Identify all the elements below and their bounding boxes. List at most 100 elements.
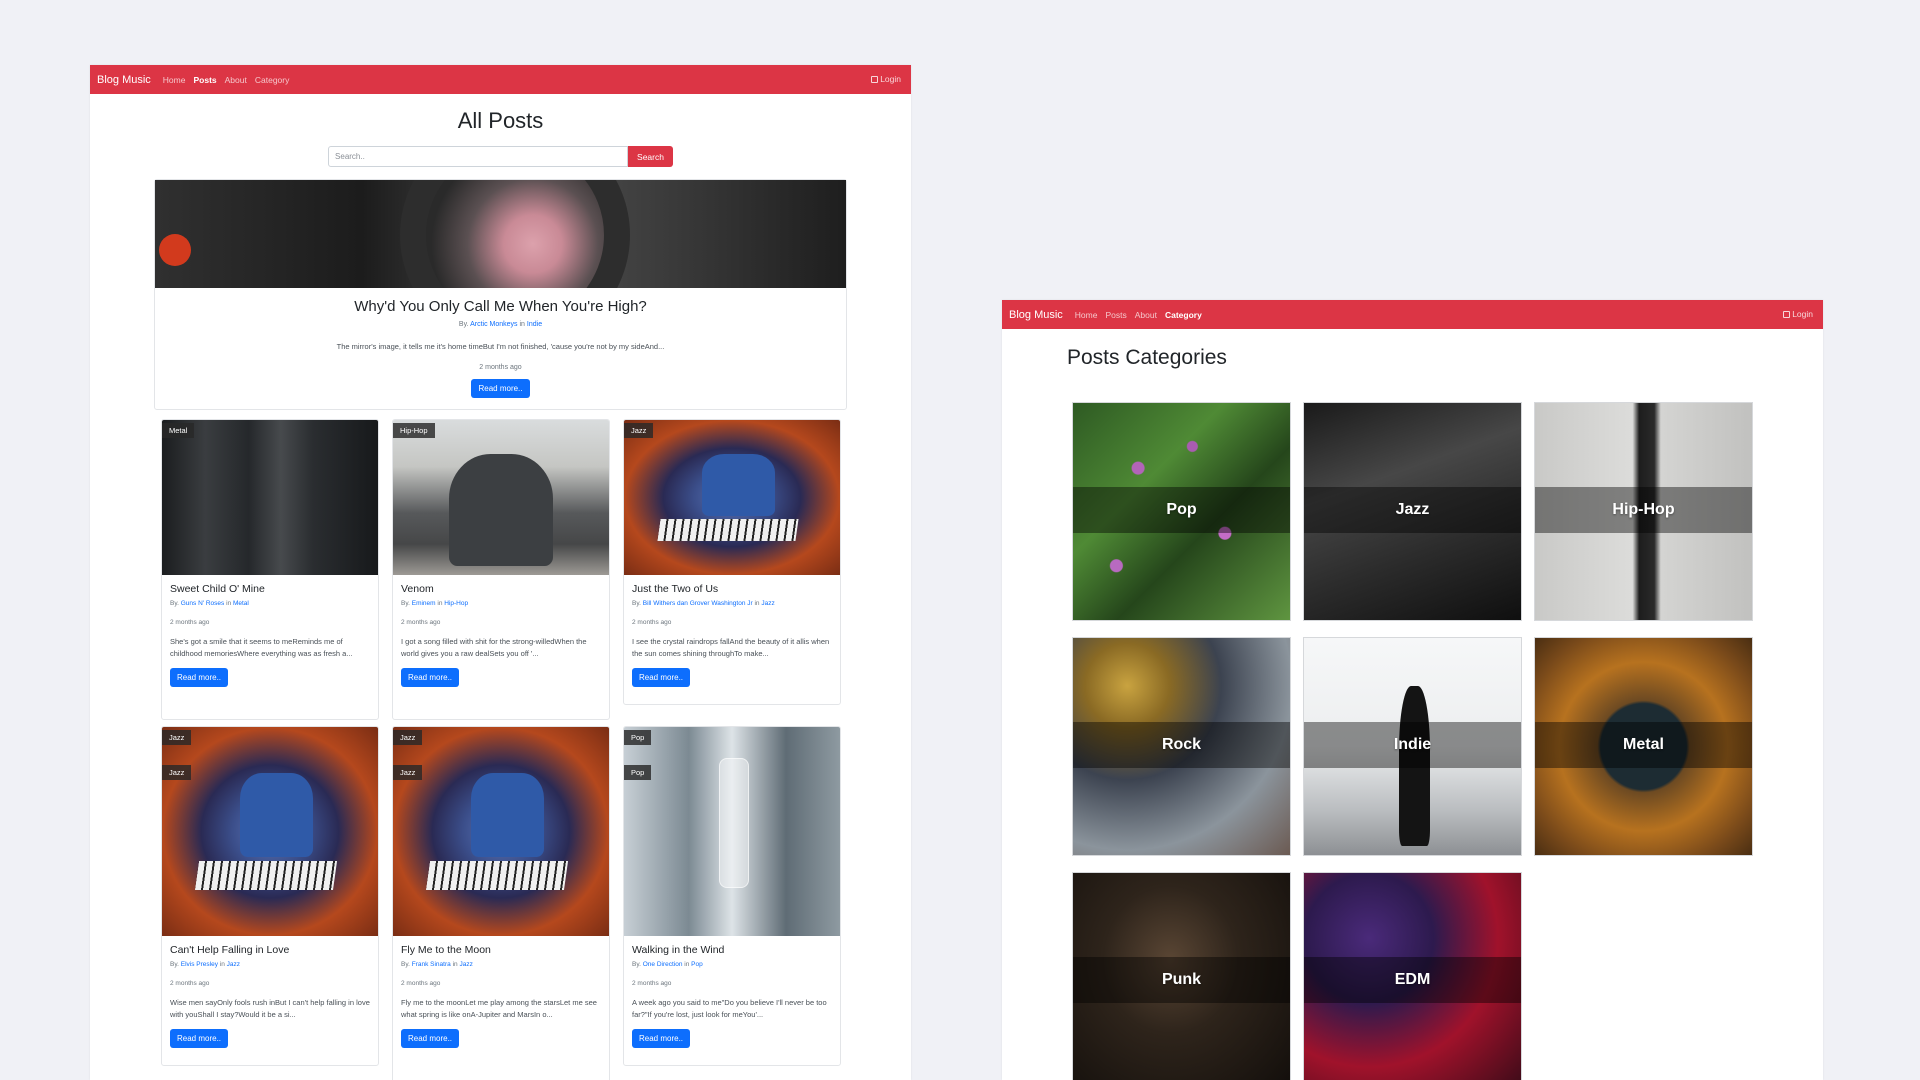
category-tile-pop[interactable]: Pop [1072, 402, 1291, 621]
post-card-title[interactable]: Fly Me to the Moon [401, 944, 601, 956]
camera-button-shape [159, 234, 191, 266]
post-card-body: Venom By. Eminem in Hip-Hop 2 months ago… [393, 575, 609, 695]
category-link[interactable]: Metal [233, 600, 249, 607]
page-title: Posts Categories [1067, 346, 1227, 369]
post-card-time: 2 months ago [632, 619, 672, 626]
page-title: All Posts [457, 108, 544, 133]
post-card-title[interactable]: Walking in the Wind [632, 944, 832, 956]
by-prefix: By. [170, 600, 179, 607]
artist-link[interactable]: One Direction [643, 961, 683, 968]
category-tile-metal[interactable]: Metal [1534, 637, 1753, 856]
search-button[interactable]: Search [628, 146, 673, 167]
category-label: EDM [1394, 971, 1431, 988]
category-link[interactable]: Pop [691, 961, 703, 968]
category-tile-hip-hop[interactable]: Hip-Hop [1534, 402, 1753, 621]
post-card-title[interactable]: Sweet Child O' Mine [170, 583, 370, 595]
pianist-shape [701, 454, 776, 517]
category-tile-jazz[interactable]: Jazz [1303, 402, 1522, 621]
category-label-band: Indie [1304, 722, 1521, 768]
artist-link[interactable]: Frank Sinatra [412, 961, 451, 968]
navbar: Blog Music Home Posts About Category Log… [90, 65, 911, 94]
category-badge: Metal [162, 423, 195, 438]
navbar-brand[interactable]: Blog Music [97, 74, 151, 86]
category-tile-edm[interactable]: EDM [1303, 872, 1522, 1080]
post-card-body: Fly Me to the Moon By. Frank Sinatra in … [393, 936, 609, 1056]
category-label: Hip-Hop [1612, 501, 1675, 518]
read-more-button[interactable]: Read more.. [170, 1029, 229, 1048]
read-more-button[interactable]: Read more.. [632, 1029, 691, 1048]
post-card-body: Sweet Child O' Mine By. Guns N' Roses in… [162, 575, 378, 695]
in-word: in [437, 600, 443, 607]
post-card-image: Jazz [624, 420, 840, 575]
featured-artist-link[interactable]: Arctic Monkeys [470, 321, 517, 328]
nav-link-home[interactable]: Home [163, 75, 186, 85]
read-more-button[interactable]: Read more.. [170, 668, 229, 687]
featured-post-excerpt: The mirror's image, it tells me it's hom… [336, 342, 665, 351]
post-card-title[interactable]: Just the Two of Us [632, 583, 832, 595]
artist-link[interactable]: Guns N' Roses [181, 600, 225, 607]
post-card-body: Can't Help Falling in Love By. Elvis Pre… [162, 936, 378, 1056]
category-label: Indie [1393, 736, 1432, 753]
category-label-band: Jazz [1304, 487, 1521, 533]
post-card-title[interactable]: Venom [401, 583, 601, 595]
post-card-meta: By. Eminem in Hip-Hop [401, 600, 601, 607]
featured-post-image [155, 180, 846, 288]
login-label: Login [880, 74, 901, 84]
artist-link[interactable]: Eminem [412, 600, 436, 607]
category-link[interactable]: Hip-Hop [444, 600, 468, 607]
nav-link-category[interactable]: Category [255, 75, 290, 85]
category-badge: Jazz [393, 730, 423, 745]
post-card: Jazz Jazz Can't Help Falling in Love By.… [161, 726, 379, 1066]
categories-page-window: Blog Music Home Posts About Category Log… [1002, 300, 1823, 1080]
bottle-shape [719, 758, 750, 888]
by-prefix: By. [632, 600, 641, 607]
featured-read-more-button[interactable]: Read more.. [471, 379, 530, 398]
post-card-body: Walking in the Wind By. One Direction in… [624, 936, 840, 1056]
navbar-brand[interactable]: Blog Music [1009, 309, 1063, 321]
category-tile-punk[interactable]: Punk [1072, 872, 1291, 1080]
category-tile-indie[interactable]: Indie [1303, 637, 1522, 856]
in-word: in [452, 961, 458, 968]
featured-post-title[interactable]: Why'd You Only Call Me When You're High? [155, 298, 846, 315]
featured-post-meta: By. Arctic Monkeys in Indie [155, 321, 846, 328]
category-badge: Jazz [624, 423, 654, 438]
read-more-button[interactable]: Read more.. [401, 1029, 460, 1048]
nav-link-about[interactable]: About [225, 75, 247, 85]
post-card-excerpt: I see the crystal raindrops fallAnd the … [632, 637, 830, 658]
post-card-meta: By. Bill Withers dan Grover Washington J… [632, 600, 832, 607]
login-link[interactable]: Login [1783, 309, 1813, 319]
artist-link[interactable]: Elvis Presley [181, 961, 218, 968]
in-word: in [684, 961, 690, 968]
post-card-time: 2 months ago [170, 980, 210, 987]
category-link[interactable]: Jazz [459, 961, 472, 968]
category-badge: Jazz [393, 765, 423, 780]
post-card-image: Metal [162, 420, 378, 575]
category-label: Jazz [1395, 501, 1430, 518]
read-more-button[interactable]: Read more.. [401, 668, 460, 687]
category-link[interactable]: Jazz [227, 961, 240, 968]
read-more-button[interactable]: Read more.. [632, 668, 691, 687]
nav-link-posts[interactable]: Posts [193, 75, 216, 85]
category-label-band: Metal [1535, 722, 1752, 768]
post-card-meta: By. Guns N' Roses in Metal [170, 600, 370, 607]
camera-lens-shape [400, 180, 630, 288]
category-badge: Hip-Hop [393, 423, 435, 438]
post-card-image: Pop Pop [624, 727, 840, 936]
login-link[interactable]: Login [871, 74, 901, 84]
category-badge: Jazz [162, 765, 192, 780]
nav-link-home[interactable]: Home [1075, 310, 1098, 320]
post-card-title[interactable]: Can't Help Falling in Love [170, 944, 370, 956]
nav-link-about[interactable]: About [1135, 310, 1157, 320]
nav-link-category[interactable]: Category [1165, 310, 1202, 320]
artist-link[interactable]: Bill Withers dan Grover Washington Jr [643, 600, 753, 607]
nav-link-posts[interactable]: Posts [1105, 310, 1126, 320]
category-badge: Jazz [162, 730, 192, 745]
featured-category-link[interactable]: Indie [527, 321, 542, 328]
search-input[interactable] [328, 146, 629, 167]
post-card-time: 2 months ago [170, 619, 210, 626]
category-link[interactable]: Jazz [761, 600, 774, 607]
category-label: Pop [1166, 501, 1197, 518]
category-tile-rock[interactable]: Rock [1072, 637, 1291, 856]
post-card-meta: By. One Direction in Pop [632, 961, 832, 968]
by-prefix: By. [401, 600, 410, 607]
